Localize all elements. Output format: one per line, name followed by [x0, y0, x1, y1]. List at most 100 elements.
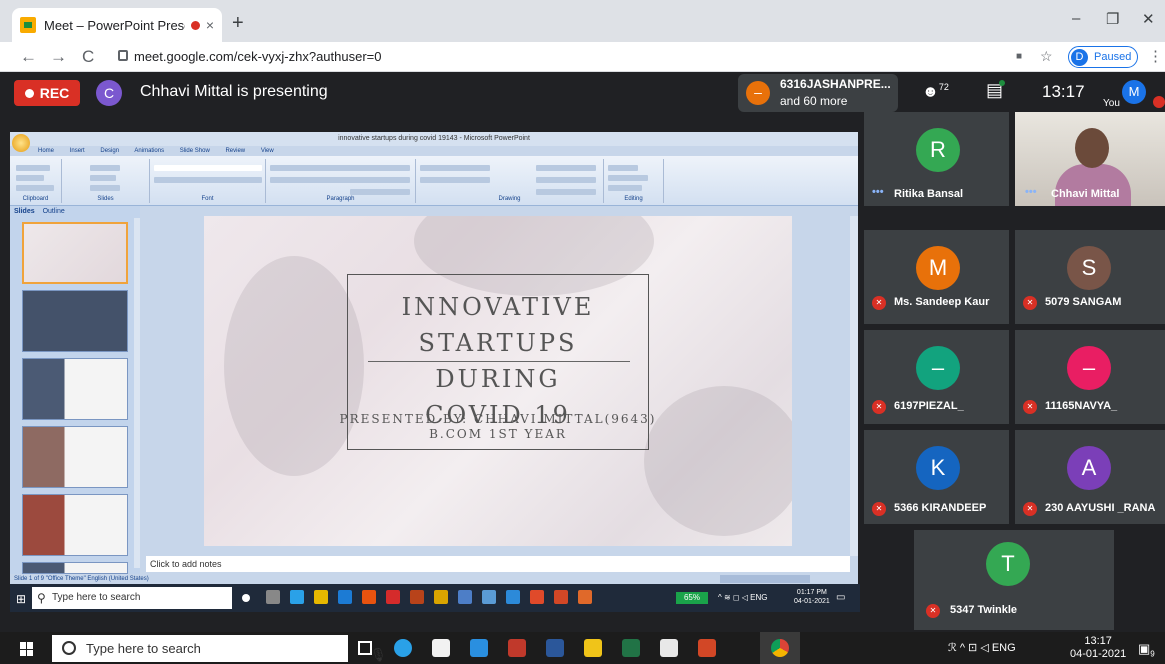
profile-button[interactable]: D Paused [1068, 46, 1138, 68]
participant-tile[interactable]: K ✕ 5366 KIRANDEEP [864, 430, 1009, 524]
shared-powerpoint-icon [554, 590, 568, 604]
shared-taskbar: ⊞ Type here to search 65% ^ ≋ ◻ ◁ ENG 01… [10, 584, 860, 612]
tab-close-icon[interactable]: × [206, 17, 214, 33]
tab-slides[interactable]: Slides [14, 208, 35, 215]
more-participants-tile[interactable]: – 6316JASHANPRE... and 60 more [738, 74, 898, 112]
participant-name: Chhavi Mittal [1051, 188, 1120, 200]
taskbar-search-box[interactable]: Type here to search 🎙 [52, 635, 387, 662]
ppt-zoom-slider[interactable] [720, 575, 810, 583]
shared-explorer-icon [314, 590, 328, 604]
ppt-tab[interactable]: Slide Show [180, 148, 210, 154]
tab-title: Meet – PowerPoint Presentat [44, 17, 185, 33]
task-view-icon[interactable] [358, 641, 372, 655]
system-tray[interactable]: ℛ ^ ⊡ ◁ ENG [948, 641, 1016, 654]
recording-dot-icon [190, 20, 200, 30]
more-options-icon[interactable]: ••• [1025, 186, 1037, 198]
self-avatar[interactable]: M [1122, 80, 1146, 104]
ppt-tab[interactable]: Review [225, 148, 245, 154]
slide-thumbnail-3[interactable] [22, 358, 128, 420]
recording-indicator[interactable]: REC [14, 80, 80, 106]
ribbon-group-drawing[interactable]: Drawing [416, 159, 604, 203]
slide-subtitle: PRESENTED BY: CHHAVI MITTAL(9643) B.COM … [204, 412, 792, 442]
slide-thumbnail-4[interactable] [22, 426, 128, 488]
shared-clock: 01:17 PM 04-01-2021 [794, 589, 830, 605]
shared-search-box: Type here to search [32, 587, 232, 609]
slide-thumbnail-1[interactable] [22, 222, 128, 284]
taskbar-clock[interactable]: 13:17 04-01-2021 [1070, 635, 1126, 661]
notes-pane[interactable]: Click to add notes [146, 556, 850, 572]
close-window-button[interactable]: ✕ [1142, 10, 1155, 28]
ribbon-group-font[interactable]: Font [150, 159, 266, 203]
rec-label: REC [39, 85, 70, 101]
participant-avatar: R [916, 128, 960, 172]
edge-icon[interactable] [394, 639, 412, 657]
search-icon [62, 641, 76, 655]
app-icon[interactable] [660, 639, 678, 657]
minimize-button[interactable]: – [1072, 10, 1080, 27]
bookmark-star-icon[interactable]: ☆ [1040, 48, 1053, 65]
mic-off-icon: ✕ [872, 502, 886, 516]
video-person-head [1075, 128, 1109, 168]
ppt-tab[interactable]: Insert [70, 148, 85, 154]
windows-start-icon[interactable] [20, 642, 34, 656]
powerpoint-icon[interactable] [698, 639, 716, 657]
shared-app-icon [458, 590, 472, 604]
participant-tile[interactable]: A ✕ 230 AAYUSHI _RANA [1015, 430, 1165, 524]
restore-button[interactable]: ❐ [1106, 10, 1119, 28]
mail-icon[interactable] [470, 639, 488, 657]
chrome-icon[interactable] [771, 639, 789, 657]
slides-panel-scrollbar[interactable] [134, 218, 140, 568]
participant-tile[interactable]: – ✕ 11165NAVYA_ [1015, 330, 1165, 424]
participant-tile[interactable]: R ••• Ritika Bansal [864, 112, 1009, 206]
notification-center-icon[interactable]: ▣9 [1138, 641, 1155, 659]
ribbon-group-paragraph[interactable]: Paragraph [266, 159, 416, 203]
slides-panel: Slides Outline [10, 206, 140, 574]
participant-tile[interactable]: M ✕ Ms. Sandeep Kaur [864, 230, 1009, 324]
mic-off-icon: ✕ [872, 296, 886, 310]
chrome-menu-icon[interactable]: ⋮ [1148, 47, 1163, 65]
slide-thumbnail-5[interactable] [22, 494, 128, 556]
profile-status: Paused [1094, 51, 1132, 63]
ppt-tab[interactable]: View [261, 148, 274, 154]
participant-tile[interactable]: T ✕ 5347 Twinkle [914, 530, 1114, 630]
word-icon[interactable] [546, 639, 564, 657]
you-label: You [1103, 98, 1120, 109]
ppt-tab[interactable]: Home [38, 148, 54, 154]
participant-name: Ritika Bansal [894, 188, 964, 200]
back-button[interactable]: ← [20, 47, 37, 67]
presentation-area: innovative startups during covid 19143 -… [0, 112, 860, 632]
slide-scrollbar[interactable] [850, 216, 858, 556]
ribbon-group-editing[interactable]: Editing [604, 159, 664, 203]
ribbon-group-slides[interactable]: Slides [62, 159, 150, 203]
browser-tab[interactable]: Meet – PowerPoint Presentat × [12, 8, 222, 42]
address-bar[interactable]: meet.google.com/cek-vyxj-zhx?authuser=0 [134, 49, 381, 64]
reload-button[interactable]: C [82, 47, 94, 67]
participant-avatar: S [1067, 246, 1111, 290]
slide-thumbnail-2[interactable] [22, 290, 128, 352]
shared-start-icon: ⊞ [16, 592, 27, 606]
ppt-tab[interactable]: Design [100, 148, 119, 154]
participant-name: 11165NAVYA_ [1045, 400, 1118, 412]
more-options-icon[interactable]: ••• [872, 186, 884, 198]
participant-tile[interactable]: – ✕ 6197PIEZAL_ [864, 330, 1009, 424]
participant-avatar: – [916, 346, 960, 390]
file-explorer-icon[interactable] [584, 639, 602, 657]
presented-by: PRESENTED BY: CHHAVI MITTAL(9643) [339, 412, 657, 426]
ppt-tab[interactable]: Animations [134, 148, 164, 154]
camera-icon[interactable]: ■ [1016, 51, 1022, 62]
microphone-icon[interactable]: 🎙 [370, 641, 387, 664]
participant-tile[interactable]: S ✕ 5079 SANGAM [1015, 230, 1165, 324]
slide-thumbnail-6[interactable] [22, 562, 128, 574]
excel-icon[interactable] [622, 639, 640, 657]
ribbon-group-clipboard[interactable]: Clipboard [10, 159, 62, 203]
meeting-clock: 13:17 [1042, 82, 1085, 101]
participant-video-tile[interactable]: ••• Chhavi Mittal [1015, 112, 1165, 206]
store-icon[interactable] [432, 639, 450, 657]
tab-outline[interactable]: Outline [43, 208, 65, 215]
paint-icon[interactable] [508, 639, 526, 657]
forward-button[interactable]: → [50, 47, 67, 67]
more-participant-count: and 60 more [780, 94, 848, 108]
rec-dot-icon [24, 88, 34, 98]
people-button[interactable]: ☻72 [922, 82, 949, 101]
new-tab-button[interactable]: + [232, 12, 244, 35]
